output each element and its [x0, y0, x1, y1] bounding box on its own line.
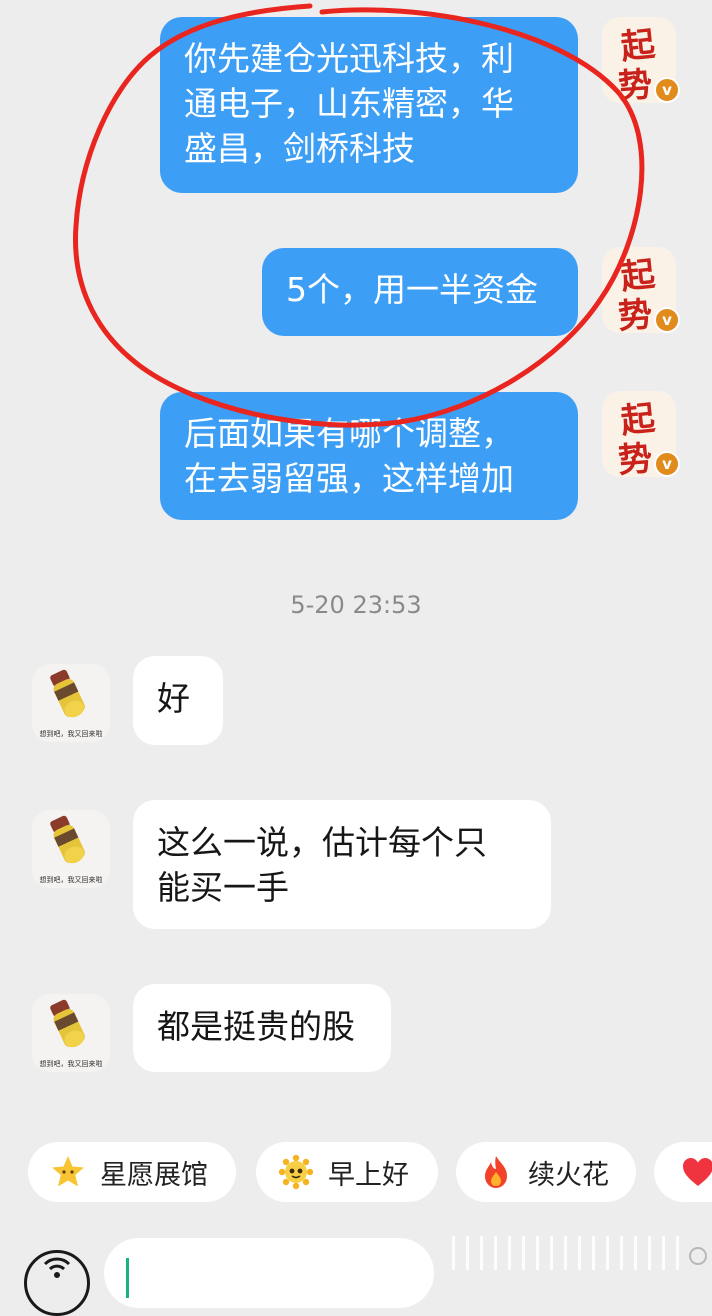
- avatar-user-image-icon: 想到吧，我又回来啦: [40, 999, 103, 1068]
- avatar-user[interactable]: 想到吧，我又回来啦: [32, 810, 110, 888]
- quick-reply-chip[interactable]: 早上好: [256, 1142, 438, 1202]
- avatar-caption: 想到吧，我又回来啦: [40, 729, 103, 738]
- verified-badge-icon: v: [654, 77, 680, 103]
- avatar-caption: 想到吧，我又回来啦: [40, 875, 103, 884]
- message-bubble-sent[interactable]: 你先建仓光迅科技，利 通电子，山东精密，华 盛昌，剑桥科技: [160, 17, 578, 193]
- quick-reply-label: 早上好: [328, 1159, 409, 1191]
- quick-reply-chip[interactable]: 星愿展馆: [28, 1142, 236, 1202]
- heart-icon: [683, 1158, 712, 1186]
- message-bubble-received[interactable]: 好: [133, 656, 223, 745]
- message-input[interactable]: [104, 1238, 434, 1308]
- svg-text:势: 势: [617, 295, 654, 333]
- avatar-user-image-icon: 想到吧，我又回来啦: [40, 669, 103, 738]
- avatar-user[interactable]: 想到吧，我又回来啦: [32, 664, 110, 742]
- svg-text:势: 势: [617, 65, 654, 103]
- svg-text:起: 起: [619, 24, 658, 67]
- platform-watermark-icon: [452, 1236, 707, 1270]
- message-bubble-received[interactable]: 都是挺贵的股: [133, 984, 391, 1072]
- flame-icon: [485, 1156, 507, 1188]
- quick-reply-label: 星愿展馆: [100, 1159, 208, 1191]
- quick-reply-chip[interactable]: [654, 1142, 712, 1202]
- avatar-contact[interactable]: 起 势 起势 v: [602, 17, 680, 109]
- avatar-contact[interactable]: 起 势 v: [602, 391, 680, 483]
- verified-badge-icon: v: [654, 307, 680, 333]
- quick-reply-label: 续火花: [528, 1159, 609, 1191]
- avatar-contact[interactable]: 起 势 v: [602, 247, 680, 339]
- text-cursor: [126, 1258, 129, 1298]
- voice-wave-icon: [43, 1257, 71, 1278]
- sun-face-icon: [278, 1154, 314, 1190]
- message-timestamp: 5-20 23:53: [290, 591, 422, 619]
- avatar-caption: 想到吧，我又回来啦: [40, 1059, 103, 1068]
- voice-input-button[interactable]: [24, 1250, 90, 1316]
- svg-text:势: 势: [617, 439, 654, 477]
- svg-text:起: 起: [619, 398, 658, 441]
- message-bubble-sent[interactable]: 后面如果有哪个调整， 在去弱留强，这样增加: [160, 392, 578, 520]
- message-bubble-sent[interactable]: 5个，用一半资金: [262, 248, 578, 336]
- message-bubble-received[interactable]: 这么一说，估计每个只 能买一手: [133, 800, 551, 929]
- avatar-user[interactable]: 想到吧，我又回来啦: [32, 994, 110, 1072]
- verified-badge-icon: v: [654, 451, 680, 477]
- star-face-icon: [52, 1156, 84, 1187]
- svg-text:起: 起: [619, 254, 658, 297]
- avatar-user-image-icon: 想到吧，我又回来啦: [40, 815, 103, 884]
- quick-reply-chip[interactable]: 续火花: [456, 1142, 636, 1202]
- input-bar: [0, 1222, 712, 1316]
